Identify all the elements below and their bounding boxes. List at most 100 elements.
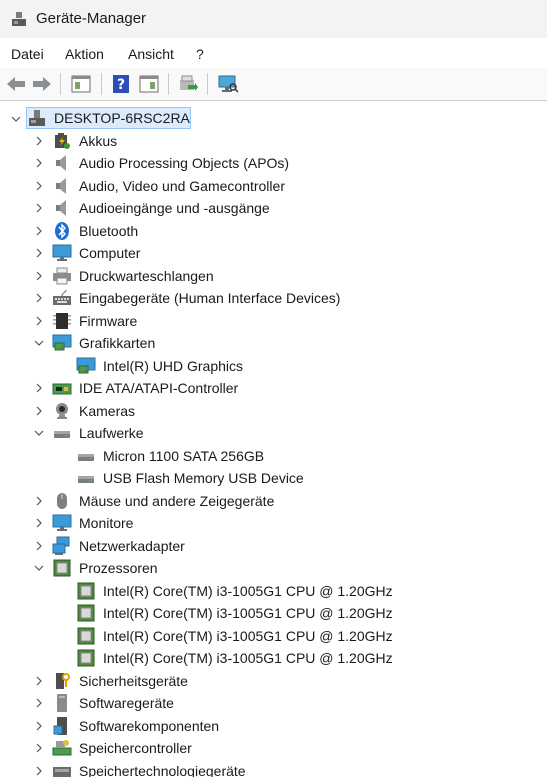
cpu-icon xyxy=(76,581,96,601)
tree-category-kameras[interactable]: Kameras xyxy=(36,400,136,422)
chevron-right-icon[interactable] xyxy=(32,674,46,688)
bluetooth-icon xyxy=(52,221,72,241)
mouse-icon xyxy=(52,491,72,511)
camera-icon xyxy=(52,401,72,421)
tree-device-item[interactable]: Intel(R) Core(TM) i3-1005G1 CPU @ 1.20GH… xyxy=(76,602,393,624)
menu-help[interactable]: ? xyxy=(196,46,204,62)
tree-category-audioeingange-und-ausgange[interactable]: Audioeingänge und -ausgänge xyxy=(36,197,270,219)
speaker-icon xyxy=(52,198,72,218)
tree-category-laufwerke[interactable]: Laufwerke xyxy=(34,422,144,444)
hid-icon xyxy=(52,288,72,308)
svg-text:?: ? xyxy=(117,77,125,93)
tree-category-softwaregerate[interactable]: Softwaregeräte xyxy=(36,692,174,714)
drive-icon xyxy=(76,446,96,466)
tree-item-label: Kameras xyxy=(79,402,136,419)
tree-category-ide-ata-atapi-controller[interactable]: IDE ATA/ATAPI-Controller xyxy=(36,377,239,399)
chevron-right-icon[interactable] xyxy=(32,539,46,553)
forward-icon[interactable] xyxy=(31,73,53,95)
menu-bar: Datei Aktion Ansicht ? xyxy=(0,38,547,69)
chevron-right-icon[interactable] xyxy=(32,291,46,305)
scan-hardware-icon[interactable] xyxy=(217,73,239,95)
tree-device-item[interactable]: USB Flash Memory USB Device xyxy=(76,467,304,489)
tree-item-label: Intel(R) Core(TM) i3-1005G1 CPU @ 1.20GH… xyxy=(103,627,393,644)
chevron-right-icon[interactable] xyxy=(32,696,46,710)
tree-category-grafikkarten[interactable]: Grafikkarten xyxy=(34,332,155,354)
toolbar-separator xyxy=(60,73,61,95)
tree-item-label: Druckwarteschlangen xyxy=(79,267,214,284)
speaker-icon xyxy=(52,153,72,173)
menu-datei[interactable]: Datei xyxy=(11,46,44,62)
tree-category-sicherheitsgerate[interactable]: Sicherheitsgeräte xyxy=(36,670,188,692)
monitor-icon xyxy=(52,243,72,263)
tree-category-akkus[interactable]: Akkus xyxy=(36,130,117,152)
storage-controller-icon xyxy=(52,738,72,758)
tree-device-item[interactable]: Micron 1100 SATA 256GB xyxy=(76,445,264,467)
tree-device-item[interactable]: Intel(R) Core(TM) i3-1005G1 CPU @ 1.20GH… xyxy=(76,625,393,647)
back-icon[interactable] xyxy=(5,73,27,95)
view-pane-icon[interactable] xyxy=(138,73,160,95)
tree-root-computer[interactable]: DESKTOP-6RSC2RA xyxy=(11,107,191,129)
chevron-right-icon[interactable] xyxy=(32,179,46,193)
chevron-right-icon[interactable] xyxy=(32,404,46,418)
tree-item-label: Laufwerke xyxy=(79,425,144,441)
chevron-right-icon[interactable] xyxy=(32,494,46,508)
tree-item-label: Intel(R) Core(TM) i3-1005G1 CPU @ 1.20GH… xyxy=(103,582,393,599)
menu-ansicht[interactable]: Ansicht xyxy=(128,46,174,62)
software-component-icon xyxy=(52,716,72,736)
tree-device-item[interactable]: Intel(R) UHD Graphics xyxy=(76,355,243,377)
tree-device-item[interactable]: Intel(R) Core(TM) i3-1005G1 CPU @ 1.20GH… xyxy=(76,580,393,602)
chevron-right-icon[interactable] xyxy=(32,381,46,395)
tree-category-speichercontroller[interactable]: Speichercontroller xyxy=(36,737,192,759)
tree-category-firmware[interactable]: Firmware xyxy=(36,310,137,332)
toolbar-separator xyxy=(101,73,102,95)
chevron-right-icon[interactable] xyxy=(32,741,46,755)
tree-category-druckwarteschlangen[interactable]: Druckwarteschlangen xyxy=(36,265,214,287)
ide-controller-icon xyxy=(52,378,72,398)
chevron-right-icon[interactable] xyxy=(32,764,46,777)
tree-item-label: Speichertechnologiegeräte xyxy=(79,762,246,777)
tree-category-bluetooth[interactable]: Bluetooth xyxy=(36,220,139,242)
tree-category-monitore[interactable]: Monitore xyxy=(36,512,134,534)
tree-item-label: IDE ATA/ATAPI-Controller xyxy=(79,380,239,396)
device-manager-app-icon xyxy=(10,10,28,28)
tree-device-item[interactable]: Intel(R) Core(TM) i3-1005G1 CPU @ 1.20GH… xyxy=(76,647,393,669)
printer-icon xyxy=(52,266,72,286)
tree-item-label: Eingabegeräte (Human Interface Devices) xyxy=(79,290,341,306)
update-driver-icon[interactable] xyxy=(177,73,199,95)
window-title: Geräte-Manager xyxy=(36,10,147,27)
toolbar: ? xyxy=(0,68,547,101)
help-icon[interactable]: ? xyxy=(110,73,132,95)
chevron-right-icon[interactable] xyxy=(32,269,46,283)
tree-category-mause-und-andere-zeigegerate[interactable]: Mäuse und andere Zeigegeräte xyxy=(36,490,274,512)
chevron-right-icon[interactable] xyxy=(32,246,46,260)
chevron-down-icon[interactable] xyxy=(32,426,46,440)
chevron-right-icon[interactable] xyxy=(32,134,46,148)
tree-category-speichertechnologiegerate[interactable]: Speichertechnologiegeräte xyxy=(36,760,246,777)
menu-aktion[interactable]: Aktion xyxy=(65,46,104,62)
tree-item-label: Audio, Video und Gamecontroller xyxy=(79,177,285,194)
tree-item-label: Intel(R) Core(TM) i3-1005G1 CPU @ 1.20GH… xyxy=(103,650,393,666)
tree-category-computer[interactable]: Computer xyxy=(36,242,140,264)
tree-item-label: Monitore xyxy=(79,515,134,531)
chevron-right-icon[interactable] xyxy=(32,156,46,170)
cpu-icon xyxy=(76,626,96,646)
cpu-icon xyxy=(76,603,96,623)
chevron-down-icon[interactable] xyxy=(32,336,46,350)
tree-item-label: Intel(R) UHD Graphics xyxy=(103,357,244,374)
tree-category-netzwerkadapter[interactable]: Netzwerkadapter xyxy=(36,535,185,557)
toolbar-separator xyxy=(207,73,208,95)
chevron-down-icon[interactable] xyxy=(32,561,46,575)
tree-category-softwarekomponenten[interactable]: Softwarekomponenten xyxy=(36,715,219,737)
tree-item-label: Bluetooth xyxy=(79,222,139,239)
chevron-down-icon[interactable] xyxy=(9,112,23,126)
chevron-right-icon[interactable] xyxy=(32,201,46,215)
chevron-right-icon[interactable] xyxy=(32,516,46,530)
chevron-right-icon[interactable] xyxy=(32,224,46,238)
chevron-right-icon[interactable] xyxy=(32,719,46,733)
properties-icon[interactable] xyxy=(70,73,92,95)
tree-category-prozessoren[interactable]: Prozessoren xyxy=(34,557,158,579)
chevron-right-icon[interactable] xyxy=(32,314,46,328)
tree-category-eingabegerate-human-interface-devices[interactable]: Eingabegeräte (Human Interface Devices) xyxy=(36,287,341,309)
tree-category-audio-processing-objects-apos[interactable]: Audio Processing Objects (APOs) xyxy=(36,152,289,174)
tree-category-audio-video-und-gamecontroller[interactable]: Audio, Video und Gamecontroller xyxy=(36,175,285,197)
